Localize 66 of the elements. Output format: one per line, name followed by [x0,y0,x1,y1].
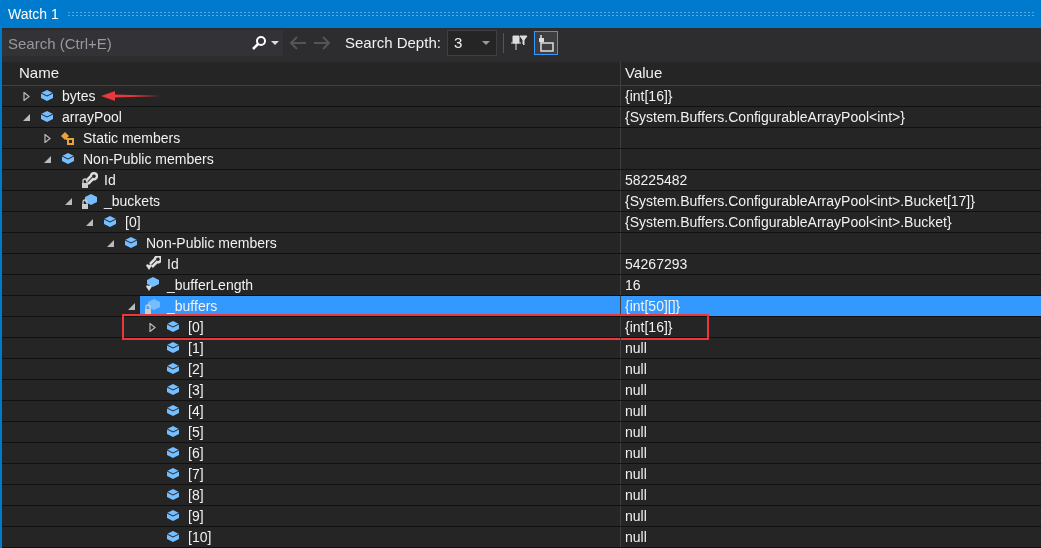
search-icon[interactable] [251,35,267,51]
static-members-icon [60,129,77,147]
variable-name: [0] [125,212,141,232]
variable-value: {System.Buffers.ConfigurableArrayPool<int>.Bucket[17]} [625,191,975,211]
expand-triangle-icon[interactable] [149,322,157,332]
variable-name: _buckets [104,191,161,211]
variable-name: arrayPool [62,107,122,127]
variable-name: [4] [188,401,204,421]
variable-name: _bufferLength [167,275,254,295]
window-title: Watch 1 [8,4,59,24]
collapse-triangle-icon[interactable] [23,112,31,122]
variable-value: null [625,485,647,505]
search-field[interactable]: Search (Ctrl+E) [2,30,251,56]
variable-value: 58225482 [625,170,688,190]
variable-name: [7] [188,464,204,484]
column-header[interactable]: Name [15,62,621,85]
variable-name: Non-Public members [83,149,214,169]
collapse-triangle-icon[interactable] [65,196,73,206]
caret-icon [481,40,490,46]
variable-name: [5] [188,422,204,442]
collapse-triangle-icon[interactable] [128,301,136,311]
variable-name: Id [167,254,179,274]
collapse-triangle-icon[interactable] [86,217,94,227]
variable-name: Non-Public members [146,233,277,253]
variable-name: [10] [188,527,212,547]
variable-name: bytes [62,86,96,106]
variable-value: null [625,527,647,547]
search-depth-label: Search Depth: [345,32,441,53]
locked-wrench-icon [81,171,98,189]
variable-value: null [625,338,647,358]
variable-value: 54267293 [625,254,688,274]
variable-value: {int[16]} [625,317,673,337]
locked-cube-icon [81,192,98,210]
locked-cube-icon [144,297,161,315]
variable-value: 16 [625,275,641,295]
variable-value: {System.Buffers.ConfigurableArrayPool<int>.Bucket} [625,212,952,232]
variable-name: [0] [188,317,204,337]
variable-value: {System.Buffers.ConfigurableArrayPool<int>} [625,107,905,127]
table-columns-icon [537,34,554,52]
dropdown-caret-icon[interactable] [271,40,279,46]
variable-name: [9] [188,506,204,526]
variable-value: null [625,380,647,400]
variable-value: null [625,464,647,484]
variable-name: [1] [188,338,204,358]
collapse-triangle-icon[interactable] [107,238,115,248]
variable-value: null [625,401,647,421]
variable-name: [8] [188,485,204,505]
expand-triangle-icon[interactable] [44,133,52,143]
variable-name: [3] [188,380,204,400]
variable-value: null [625,359,647,379]
variable-name: [6] [188,443,204,463]
variable-name: _buffers [167,296,218,316]
search-depth-dropdown[interactable]: 3 [446,30,497,56]
variable-value: null [625,506,647,526]
variable-value: {int[16]} [625,86,673,106]
expand-triangle-icon[interactable] [23,91,31,101]
pin-filter-icon[interactable] [509,34,528,52]
column-header[interactable]: Value [621,62,1041,85]
variable-value: {int[50][]} [625,296,681,316]
variable-name: [2] [188,359,204,379]
variable-value: null [625,443,647,463]
collapse-triangle-icon[interactable] [44,154,52,164]
variable-name: Id [104,170,116,190]
variable-value: null [625,422,647,442]
column-toggle-button[interactable] [533,31,558,55]
variable-name: Static members [83,128,181,148]
